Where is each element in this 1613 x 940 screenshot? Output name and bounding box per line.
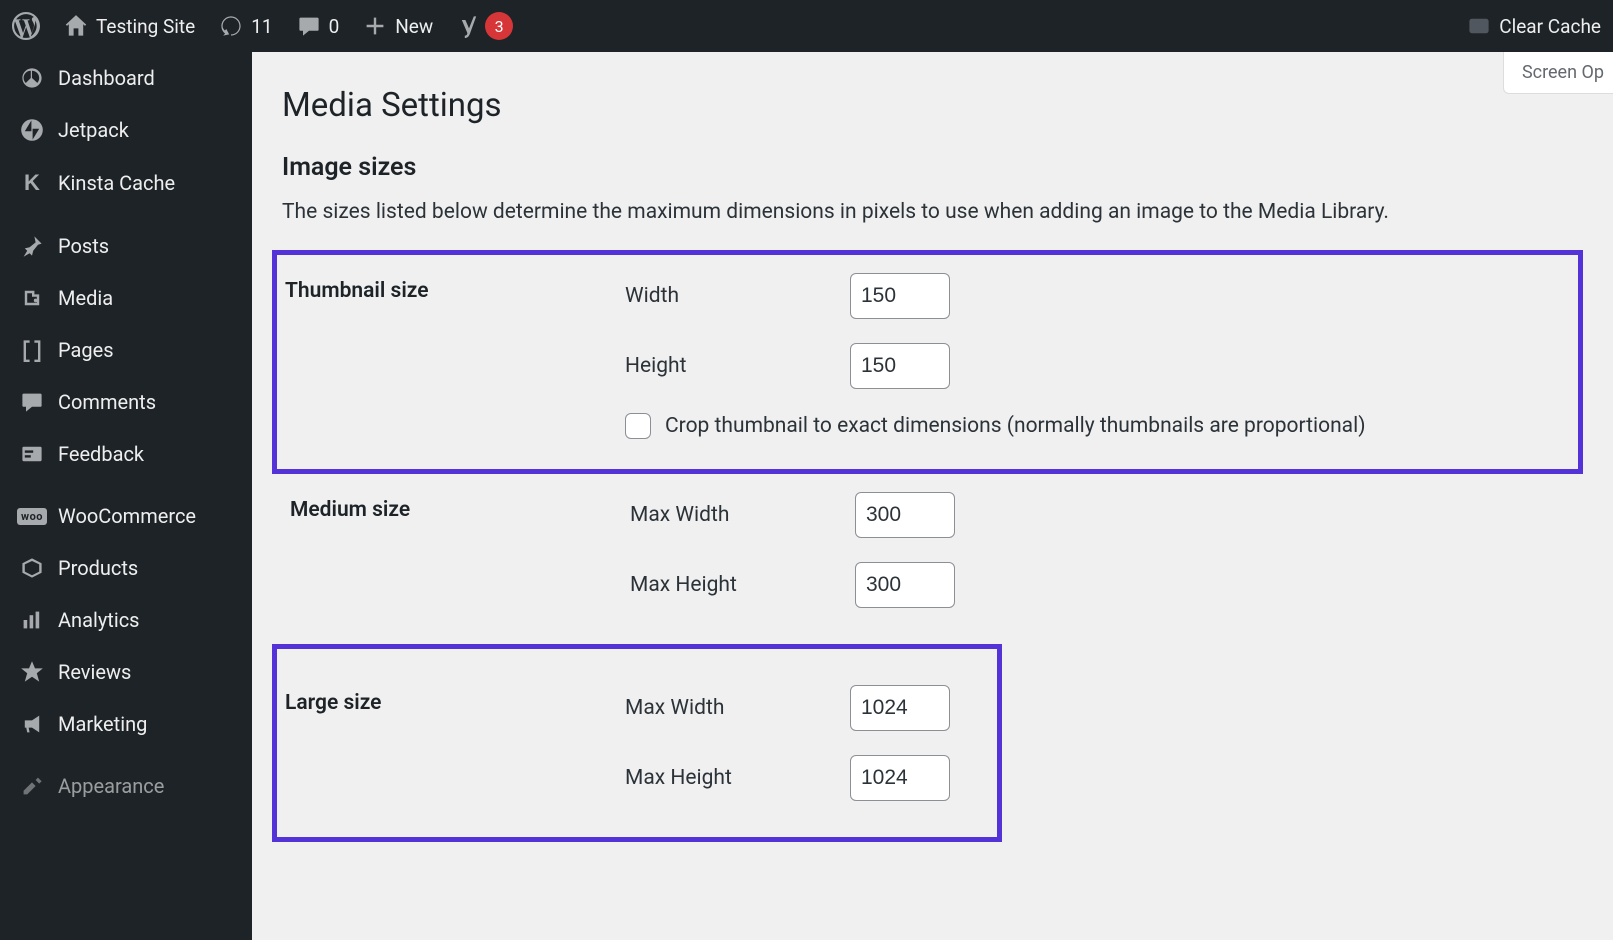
sidebar-separator (0, 750, 252, 760)
sidebar-item-label: Analytics (58, 608, 140, 632)
yoast-icon (457, 14, 481, 38)
large-max-width-label: Max Width (625, 696, 850, 720)
thumbnail-height-input[interactable] (850, 343, 950, 389)
thumbnail-width-input[interactable] (850, 273, 950, 319)
large-max-height-label: Max Height (625, 766, 850, 790)
sidebar-item-label: WooCommerce (58, 504, 196, 528)
sidebar-item-appearance[interactable]: Appearance (0, 760, 252, 812)
section-description: The sizes listed below determine the max… (282, 200, 1583, 224)
thumbnail-height-label: Height (625, 354, 850, 378)
thumbnail-crop-label: Crop thumbnail to exact dimensions (norm… (665, 414, 1366, 438)
sidebar-item-feedback[interactable]: Feedback (0, 428, 252, 480)
medium-size-label: Medium size (290, 492, 630, 522)
wp-logo[interactable] (0, 0, 52, 52)
thumbnail-crop-checkbox[interactable] (625, 413, 651, 439)
sidebar-item-jetpack[interactable]: Jetpack (0, 104, 252, 156)
sidebar-separator (0, 210, 252, 220)
medium-max-height-label: Max Height (630, 573, 855, 597)
updates-count: 11 (251, 15, 272, 38)
new-label: New (395, 15, 433, 38)
yoast-badge: 3 (485, 12, 513, 40)
sidebar-item-products[interactable]: Products (0, 542, 252, 594)
sidebar-item-label: Appearance (58, 774, 164, 798)
section-title: Image sizes (282, 153, 1583, 182)
plus-icon (363, 14, 387, 38)
sidebar-item-label: Products (58, 556, 138, 580)
new-content-link[interactable]: New (351, 0, 445, 52)
site-link[interactable]: Testing Site (52, 0, 207, 52)
pages-icon (18, 338, 46, 362)
wordpress-icon (12, 12, 40, 40)
site-name: Testing Site (96, 15, 195, 38)
woo-icon: woo (18, 508, 46, 525)
sidebar-item-label: Feedback (58, 442, 144, 466)
sidebar-item-marketing[interactable]: Marketing (0, 698, 252, 750)
admin-sidebar: Dashboard Jetpack K Kinsta Cache Posts M… (0, 52, 252, 940)
sidebar-item-label: Kinsta Cache (58, 171, 175, 195)
clear-cache-label: Clear Cache (1499, 15, 1601, 38)
pin-icon (18, 234, 46, 258)
jetpack-icon (18, 118, 46, 142)
comment-icon (297, 14, 321, 38)
star-icon (18, 660, 46, 684)
thumbnail-width-label: Width (625, 284, 850, 308)
sidebar-item-woocommerce[interactable]: woo WooCommerce (0, 490, 252, 542)
feedback-icon (18, 442, 46, 466)
clear-cache-button[interactable]: Clear Cache (1455, 14, 1613, 38)
sidebar-item-label: Pages (58, 338, 114, 362)
sidebar-item-reviews[interactable]: Reviews (0, 646, 252, 698)
dashboard-icon (18, 66, 46, 90)
sidebar-item-label: Dashboard (58, 66, 155, 90)
sidebar-item-label: Comments (58, 390, 156, 414)
comments-icon (18, 390, 46, 414)
appearance-icon (18, 774, 46, 798)
medium-max-width-input[interactable] (855, 492, 955, 538)
screen-options-button[interactable]: Screen Op (1503, 52, 1613, 94)
updates-icon (219, 14, 243, 38)
sidebar-item-label: Marketing (58, 712, 147, 736)
main-content: Screen Op Media Settings Image sizes The… (252, 52, 1613, 940)
medium-max-height-input[interactable] (855, 562, 955, 608)
large-size-group: Large size Max Width Max Height (272, 644, 1002, 842)
products-icon (18, 556, 46, 580)
page-title: Media Settings (282, 86, 1583, 125)
comments-link[interactable]: 0 (285, 0, 352, 52)
large-max-width-input[interactable] (850, 685, 950, 731)
sidebar-item-kinsta[interactable]: K Kinsta Cache (0, 156, 252, 210)
marketing-icon (18, 712, 46, 736)
sidebar-item-label: Posts (58, 234, 109, 258)
kinsta-icon: K (18, 170, 46, 196)
analytics-icon (18, 608, 46, 632)
sidebar-separator (0, 480, 252, 490)
sidebar-item-media[interactable]: Media (0, 272, 252, 324)
cache-icon (1467, 14, 1491, 38)
sidebar-item-analytics[interactable]: Analytics (0, 594, 252, 646)
medium-max-width-label: Max Width (630, 503, 855, 527)
large-size-label: Large size (285, 685, 625, 715)
yoast-link[interactable]: 3 (445, 0, 525, 52)
sidebar-item-label: Reviews (58, 660, 131, 684)
home-icon (64, 14, 88, 38)
admin-bar: Testing Site 11 0 New 3 Clear Cache (0, 0, 1613, 52)
thumbnail-size-label: Thumbnail size (285, 273, 625, 303)
large-max-height-input[interactable] (850, 755, 950, 801)
sidebar-item-label: Jetpack (58, 118, 129, 142)
media-icon (18, 286, 46, 310)
updates-link[interactable]: 11 (207, 0, 284, 52)
sidebar-item-pages[interactable]: Pages (0, 324, 252, 376)
sidebar-item-label: Media (58, 286, 113, 310)
comments-count: 0 (329, 15, 340, 38)
sidebar-item-dashboard[interactable]: Dashboard (0, 52, 252, 104)
thumbnail-size-group: Thumbnail size Width Height Crop thumbna… (272, 250, 1583, 474)
sidebar-item-posts[interactable]: Posts (0, 220, 252, 272)
medium-size-group: Medium size Max Width Max Height (282, 474, 1583, 626)
sidebar-item-comments[interactable]: Comments (0, 376, 252, 428)
